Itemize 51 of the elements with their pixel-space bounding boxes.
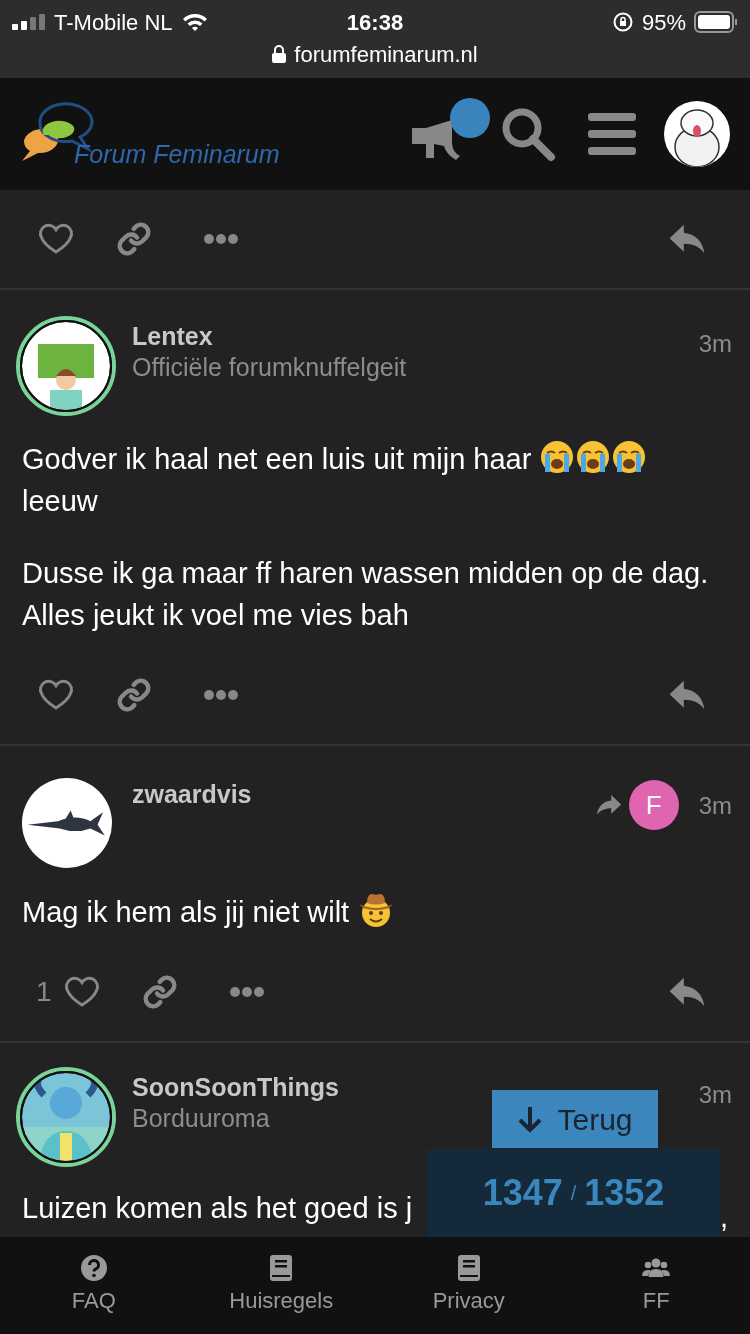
post-text: Mag ik hem als jij niet wilt xyxy=(22,890,396,933)
post-total: 1352 xyxy=(584,1171,665,1215)
author-name[interactable]: SoonSoonThings xyxy=(132,1071,339,1103)
menu-icon[interactable] xyxy=(588,113,636,155)
signal-icon xyxy=(12,14,46,30)
reply-to-icon xyxy=(594,794,623,816)
post-time: 3m xyxy=(698,329,732,359)
post-text: , xyxy=(719,1199,728,1235)
author-name[interactable]: zwaardvis xyxy=(132,778,252,810)
post-text: Luizen komen als het goed is j xyxy=(22,1191,413,1226)
more-icon[interactable] xyxy=(204,690,238,700)
post-text: Godver ik haal net een luis uit mijn haar leeuw xyxy=(22,438,728,522)
back-button[interactable]: Terug xyxy=(492,1090,658,1148)
arrow-down-icon xyxy=(517,1105,544,1133)
reply-icon[interactable] xyxy=(668,223,706,255)
url-text[interactable]: forumfeminarum.nl xyxy=(294,37,478,71)
separator-text: / xyxy=(570,1181,577,1206)
search-icon[interactable] xyxy=(500,106,556,162)
nav-item[interactable]: Huisregels xyxy=(187,1237,375,1334)
progress-panel[interactable]: 1347 / 1352 xyxy=(427,1149,720,1237)
heart-icon[interactable] xyxy=(63,976,100,1008)
nav-item[interactable]: FAQ xyxy=(0,1237,188,1334)
link-icon[interactable] xyxy=(116,221,152,257)
nav-item[interactable]: Privacy xyxy=(375,1237,563,1334)
lock-icon xyxy=(272,45,287,63)
author-name[interactable]: Lentex xyxy=(132,320,213,352)
help-icon xyxy=(79,1254,108,1282)
crying-emoji-icon xyxy=(539,439,576,475)
post-text: Dusse ik ga maar ff haren wassen midden op de dag. Alles jeukt ik voel me vies bah xyxy=(22,556,710,633)
reply-icon[interactable] xyxy=(668,976,706,1008)
clock-time: 16:38 xyxy=(345,8,405,37)
reply-icon[interactable] xyxy=(668,679,706,711)
crying-emoji-icon xyxy=(575,439,612,475)
more-icon[interactable] xyxy=(204,234,238,244)
user-title: Officiële forumknuffelgeit xyxy=(132,352,407,382)
battery-percent: 95% xyxy=(641,8,686,37)
user-title: Borduuroma xyxy=(132,1103,270,1133)
link-icon[interactable] xyxy=(116,677,152,713)
like-count: 1 xyxy=(36,975,52,1009)
battery-icon xyxy=(694,11,738,33)
more-icon[interactable] xyxy=(229,987,264,997)
link-icon[interactable] xyxy=(141,974,178,1010)
crying-emoji-icon xyxy=(611,439,648,475)
carrier-name: T-Mobile NL xyxy=(54,8,173,37)
heart-icon[interactable] xyxy=(38,223,74,255)
post-number: 1347 xyxy=(482,1171,563,1215)
nav-item[interactable]: FF xyxy=(562,1237,750,1334)
post-time: 3m xyxy=(698,791,732,821)
post-time: 3m xyxy=(698,1080,732,1110)
heart-icon[interactable] xyxy=(38,679,74,711)
rotation-lock-icon xyxy=(611,11,634,33)
